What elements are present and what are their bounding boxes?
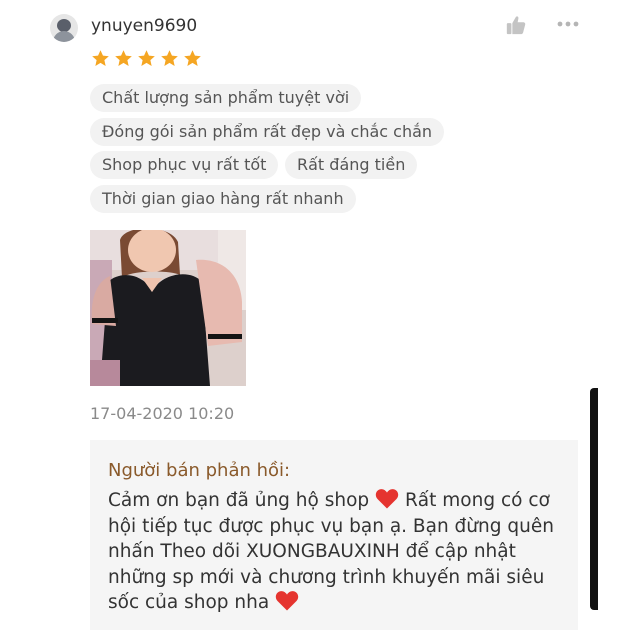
star-icon [184, 50, 201, 67]
reviewer-username[interactable]: ynuyen9690 [91, 16, 197, 36]
avatar-body-shape [53, 31, 75, 42]
review-tag-value: Rất đáng tiền [285, 151, 418, 179]
more-options-icon[interactable] [556, 16, 580, 32]
heart-icon [375, 489, 399, 509]
heart-icon [275, 591, 299, 611]
scrollbar-edge[interactable] [590, 388, 598, 610]
seller-reply-title: Người bán phản hồi: [108, 460, 291, 481]
review-photo-image [90, 230, 246, 386]
star-icon [161, 50, 178, 67]
review-tag-service: Shop phục vụ rất tốt [90, 151, 279, 179]
seller-reply-text: Cảm ơn bạn đã ủng hộ shop Rất mong có cơ… [108, 488, 568, 616]
review-photo[interactable] [90, 230, 246, 386]
star-icon [138, 50, 155, 67]
review-tag-packaging: Đóng gói sản phẩm rất đẹp và chắc chắn [90, 118, 445, 146]
star-icon [92, 50, 109, 67]
user-avatar[interactable] [50, 14, 78, 42]
seller-reply-line-1: Cảm ơn bạn đã ủng hộ shop [108, 490, 370, 511]
star-icon [115, 50, 132, 67]
review-tag-quality: Chất lượng sản phẩm tuyệt vời [90, 84, 362, 112]
review-timestamp: 17-04-2020 10:20 [90, 404, 235, 423]
thumbs-up-icon[interactable] [505, 14, 527, 36]
rating-stars [91, 49, 202, 68]
review-tag-delivery: Thời gian giao hàng rất nhanh [90, 185, 356, 213]
seller-reply-box: Người bán phản hồi: Cảm ơn bạn đã ủng hộ… [90, 440, 578, 630]
